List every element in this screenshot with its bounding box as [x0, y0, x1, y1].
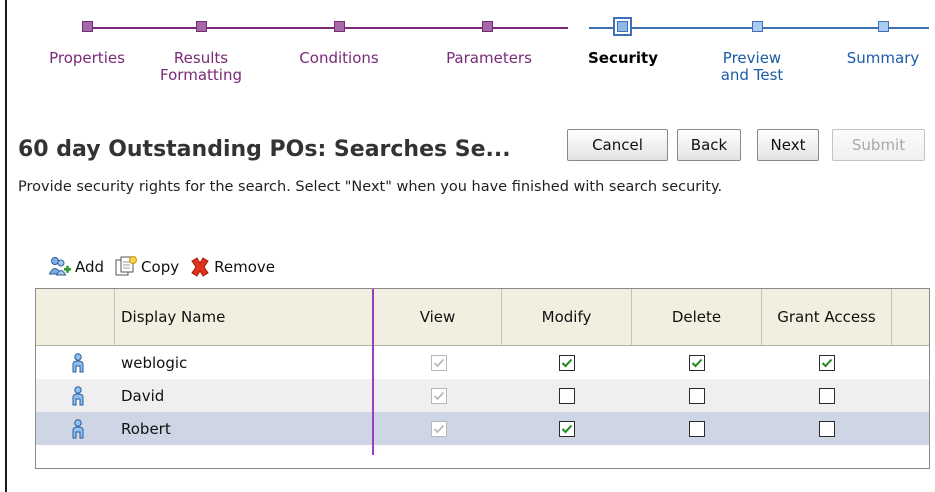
column-header-delete[interactable]: Delete: [632, 289, 762, 345]
frozen-column-divider: [372, 345, 374, 455]
column-header-modify[interactable]: Modify: [502, 289, 632, 345]
process-train: Properties Results Formatting Conditions…: [0, 0, 935, 110]
grant-access-checkbox[interactable]: [819, 379, 835, 412]
submit-button: Submit: [832, 129, 925, 161]
step-label-security: Security: [587, 49, 659, 67]
back-button[interactable]: Back: [677, 129, 741, 161]
step-label-parameters[interactable]: Parameters: [428, 50, 550, 67]
add-user-icon: [48, 257, 71, 276]
column-header-icon: [36, 289, 115, 345]
modify-checkbox[interactable]: [559, 379, 575, 412]
delete-checkbox[interactable]: [689, 412, 705, 445]
security-table: Display Name View Modify Delete Grant Ac…: [35, 288, 930, 469]
train-stop-parameters[interactable]: [482, 21, 493, 32]
grant-access-checkbox[interactable]: [819, 346, 835, 379]
train-stop-conditions[interactable]: [334, 21, 345, 32]
train-stop-security: [613, 17, 632, 36]
modify-checkbox[interactable]: [559, 412, 575, 445]
cancel-button[interactable]: Cancel: [567, 129, 668, 161]
user-icon: [72, 412, 84, 445]
step-label-results-formatting[interactable]: Results Formatting: [143, 50, 259, 84]
step-label-conditions[interactable]: Conditions: [284, 50, 394, 67]
view-checkbox: [431, 379, 447, 412]
column-header-grant-access[interactable]: Grant Access: [762, 289, 892, 345]
user-icon: [72, 346, 84, 379]
table-row[interactable]: David: [36, 379, 929, 412]
display-name-cell: weblogic: [121, 353, 188, 372]
remove-button[interactable]: Remove: [189, 256, 275, 278]
train-connector-visited: [88, 27, 568, 29]
train-stop-preview-and-test[interactable]: [752, 21, 763, 32]
grant-access-checkbox[interactable]: [819, 412, 835, 445]
table-row-selected[interactable]: Robert: [36, 412, 929, 445]
copy-icon: [115, 256, 138, 276]
copy-label: Copy: [141, 258, 180, 276]
view-checkbox: [431, 412, 447, 445]
delete-checkbox[interactable]: [689, 379, 705, 412]
step-label-summary[interactable]: Summary: [838, 50, 928, 67]
step-label-preview-and-test[interactable]: Preview and Test: [703, 50, 801, 84]
add-button[interactable]: Add: [48, 256, 104, 278]
page-description: Provide security rights for the search. …: [18, 179, 723, 195]
modify-checkbox[interactable]: [559, 346, 575, 379]
remove-x-icon: [191, 257, 209, 277]
display-name-cell: Robert: [121, 419, 171, 438]
train-stop-properties[interactable]: [82, 21, 93, 32]
train-stop-results-formatting[interactable]: [196, 21, 207, 32]
page-title: 60 day Outstanding POs: Searches Se...: [18, 137, 511, 162]
column-header-display-name[interactable]: Display Name: [115, 289, 374, 345]
table-row[interactable]: weblogic: [36, 346, 929, 379]
view-checkbox: [431, 346, 447, 379]
add-label: Add: [75, 258, 105, 276]
delete-checkbox[interactable]: [689, 346, 705, 379]
table-header: Display Name View Modify Delete Grant Ac…: [36, 289, 929, 346]
step-label-properties[interactable]: Properties: [33, 50, 141, 67]
next-button[interactable]: Next: [757, 129, 819, 161]
table-toolbar: Add Copy Remove: [48, 255, 285, 279]
user-icon: [72, 379, 84, 412]
copy-button[interactable]: Copy: [114, 256, 179, 278]
display-name-cell: David: [121, 386, 165, 405]
remove-label: Remove: [214, 258, 275, 276]
train-stop-summary[interactable]: [878, 21, 889, 32]
column-header-view[interactable]: View: [374, 289, 502, 345]
